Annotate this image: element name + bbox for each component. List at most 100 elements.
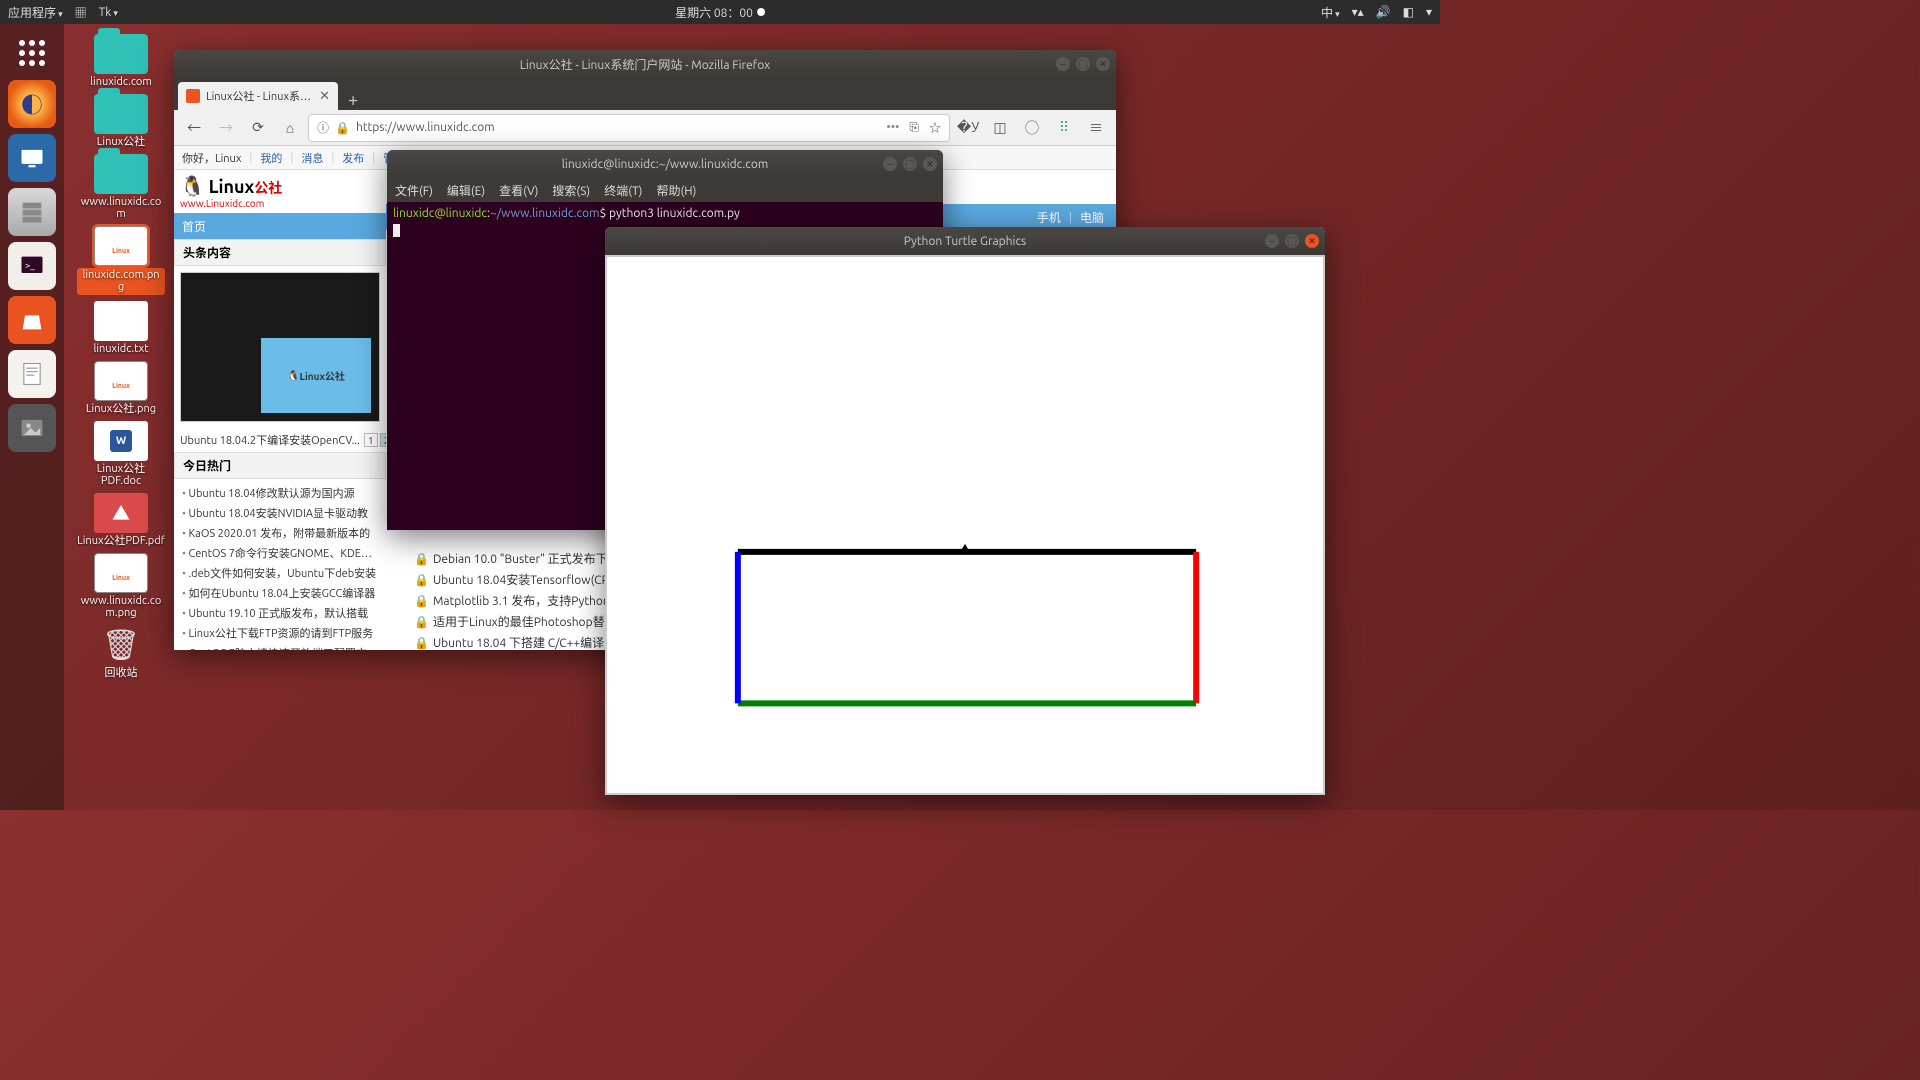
list-item[interactable]: Ubuntu 18.04安装NVIDIA显卡驱动教: [182, 503, 378, 523]
terminal-cursor: [393, 224, 400, 237]
close-button[interactable]: ✕: [1096, 57, 1110, 71]
window-title: Python Turtle Graphics: [904, 235, 1027, 248]
show-applications-button[interactable]: [11, 32, 53, 74]
window-title: linuxidc@linuxidc:~/www.linuxidc.com: [562, 158, 768, 171]
extensions-icon[interactable]: ⠿: [1050, 114, 1078, 142]
minimize-button[interactable]: –: [883, 157, 897, 171]
bookmark-link[interactable]: 消息: [301, 150, 323, 166]
list-item[interactable]: Ubuntu 19.10 正式版发布，默认搭载: [182, 603, 378, 623]
pager-1[interactable]: 1: [364, 433, 378, 447]
library-icon[interactable]: �У: [954, 114, 982, 142]
desktop-folder[interactable]: Linux公社: [76, 94, 166, 148]
menu-view[interactable]: 查看(V): [499, 182, 538, 199]
launcher-dock: ◐ >_: [0, 24, 64, 810]
clock[interactable]: 星期六 08：00: [675, 4, 753, 21]
system-menu-icon[interactable]: ▾: [1426, 5, 1432, 19]
desktop-image[interactable]: Linuxwww.linuxidc.com.png: [76, 553, 166, 619]
browser-tab[interactable]: Linux公社 - Linux系统门 ✕: [178, 82, 338, 110]
list-item[interactable]: .deb文件如何安装，Ubuntu下deb安装: [182, 563, 378, 583]
turtle-titlebar[interactable]: Python Turtle Graphics – ▢ ✕: [605, 227, 1325, 255]
window-title: Linux公社 - Linux系统门户网站 - Mozilla Firefox: [520, 56, 770, 73]
top-panel: 应用程序 ▦ Tk 星期六 08：00 中 ▾▴ 🔊 ◧ ▾: [0, 0, 1440, 24]
turtle-window: Python Turtle Graphics – ▢ ✕: [605, 227, 1325, 795]
url-text: https://www.linuxidc.com: [356, 121, 495, 134]
image-viewer-launcher-icon[interactable]: [8, 404, 56, 452]
featured-article-image[interactable]: 🐧 Linux公社: [180, 272, 380, 422]
desktop-trash[interactable]: 🗑回收站: [76, 625, 166, 679]
desktop-image[interactable]: LinuxLinux公社.png: [76, 361, 166, 415]
home-button[interactable]: ⌂: [276, 114, 304, 142]
reader-mode-icon[interactable]: ⎘: [909, 121, 919, 135]
desktop-folder[interactable]: www.linuxidc.com: [76, 154, 166, 220]
site-info-icon[interactable]: ⓘ: [317, 119, 329, 136]
screenshot-launcher-icon[interactable]: [8, 134, 56, 182]
greeting-label: 你好，Linux: [182, 150, 241, 166]
favicon-icon: [186, 89, 200, 103]
record-indicator-icon: [757, 8, 765, 16]
app-menu-icon[interactable]: ≡: [1082, 114, 1110, 142]
menu-edit[interactable]: 编辑(E): [447, 182, 485, 199]
terminal-menubar: 文件(F) 编辑(E) 查看(V) 搜索(S) 终端(T) 帮助(H): [387, 178, 943, 202]
desktop-image[interactable]: Linuxlinuxidc.com.png: [76, 226, 166, 294]
menu-file[interactable]: 文件(F): [395, 182, 433, 199]
terminal-launcher-icon[interactable]: >_: [8, 242, 56, 290]
account-icon[interactable]: ◯: [1018, 114, 1046, 142]
network-icon[interactable]: ▾▴: [1352, 5, 1364, 19]
back-button[interactable]: ←: [180, 114, 208, 142]
tab-strip: Linux公社 - Linux系统门 ✕ +: [174, 78, 1116, 110]
list-item[interactable]: Ubuntu 18.04修改默认源为国内源: [182, 483, 378, 503]
volume-icon[interactable]: 🔊: [1376, 5, 1391, 19]
maximize-button[interactable]: ▢: [903, 157, 917, 171]
text-editor-launcher-icon[interactable]: [8, 350, 56, 398]
hot-list: Ubuntu 18.04修改默认源为国内源 Ubuntu 18.04安装NVID…: [174, 479, 386, 650]
maximize-button[interactable]: ▢: [1285, 234, 1299, 248]
desktop-icons: linuxidc.com Linux公社 www.linuxidc.com Li…: [76, 34, 166, 679]
minimize-button[interactable]: –: [1056, 57, 1070, 71]
list-item[interactable]: 如何在Ubuntu 18.04上安装GCC编译器: [182, 583, 378, 603]
article-caption[interactable]: Ubuntu 18.04.2下编译安装OpenCV...: [180, 432, 360, 448]
turtle-canvas: [605, 255, 1325, 795]
close-button[interactable]: ✕: [1305, 234, 1319, 248]
menu-search[interactable]: 搜索(S): [552, 182, 590, 199]
url-bar[interactable]: ⓘ 🔒 https://www.linuxidc.com ••• ⎘ ☆: [308, 114, 950, 142]
terminal-titlebar[interactable]: linuxidc@linuxidc:~/www.linuxidc.com – ▢…: [387, 150, 943, 178]
desktop-text-file[interactable]: linuxidc.txt: [76, 301, 166, 355]
battery-icon[interactable]: ◧: [1403, 5, 1414, 19]
list-item[interactable]: Linux公社下载FTP资源的请到FTP服务: [182, 623, 378, 643]
nav-toolbar: ← → ⟳ ⌂ ⓘ 🔒 https://www.linuxidc.com •••…: [174, 110, 1116, 146]
forward-button[interactable]: →: [212, 114, 240, 142]
tk-menu[interactable]: Tk: [99, 6, 118, 19]
sidebar-icon[interactable]: ◫: [986, 114, 1014, 142]
maximize-button[interactable]: ▢: [1076, 57, 1090, 71]
bookmark-link[interactable]: 我的: [260, 150, 282, 166]
bookmark-star-icon[interactable]: ☆: [929, 119, 941, 136]
list-item[interactable]: CentOS 7命令行安装GNOME、KDE图形: [182, 543, 378, 563]
files-launcher-icon[interactable]: [8, 188, 56, 236]
menu-help[interactable]: 帮助(H): [656, 182, 696, 199]
nav-home[interactable]: 首页: [182, 218, 206, 235]
desktop-folder[interactable]: linuxidc.com: [76, 34, 166, 88]
desktop-pdf-file[interactable]: ▲Linux公社PDF.pdf: [76, 493, 166, 547]
ime-indicator[interactable]: 中: [1321, 4, 1340, 21]
tk-indicator-icon: ▦: [75, 4, 87, 21]
site-logo[interactable]: 🐧 Linux公社 www.Linuxidc.com: [174, 170, 386, 213]
firefox-launcher-icon[interactable]: ◐: [8, 80, 56, 128]
bookmark-link[interactable]: 发布: [342, 150, 364, 166]
menu-terminal[interactable]: 终端(T): [604, 182, 642, 199]
firefox-titlebar[interactable]: Linux公社 - Linux系统门户网站 - Mozilla Firefox …: [174, 50, 1116, 78]
tab-close-button[interactable]: ✕: [319, 89, 330, 104]
nav-link[interactable]: 电脑: [1080, 209, 1104, 226]
close-button[interactable]: ✕: [923, 157, 937, 171]
desktop-doc-file[interactable]: WLinux公社PDF.doc: [76, 421, 166, 487]
page-actions-icon[interactable]: •••: [886, 121, 899, 134]
list-item[interactable]: CentOS 7防火墙快速开放端口配置方: [182, 643, 378, 650]
minimize-button[interactable]: –: [1265, 234, 1279, 248]
section-header: 今日热门: [174, 452, 386, 479]
reload-button[interactable]: ⟳: [244, 114, 272, 142]
software-center-launcher-icon[interactable]: [8, 296, 56, 344]
applications-menu[interactable]: 应用程序: [8, 4, 63, 21]
nav-link[interactable]: 手机: [1037, 209, 1061, 226]
svg-text:>_: >_: [25, 259, 35, 270]
list-item[interactable]: KaOS 2020.01 发布，附带最新版本的: [182, 523, 378, 543]
new-tab-button[interactable]: +: [338, 90, 368, 110]
